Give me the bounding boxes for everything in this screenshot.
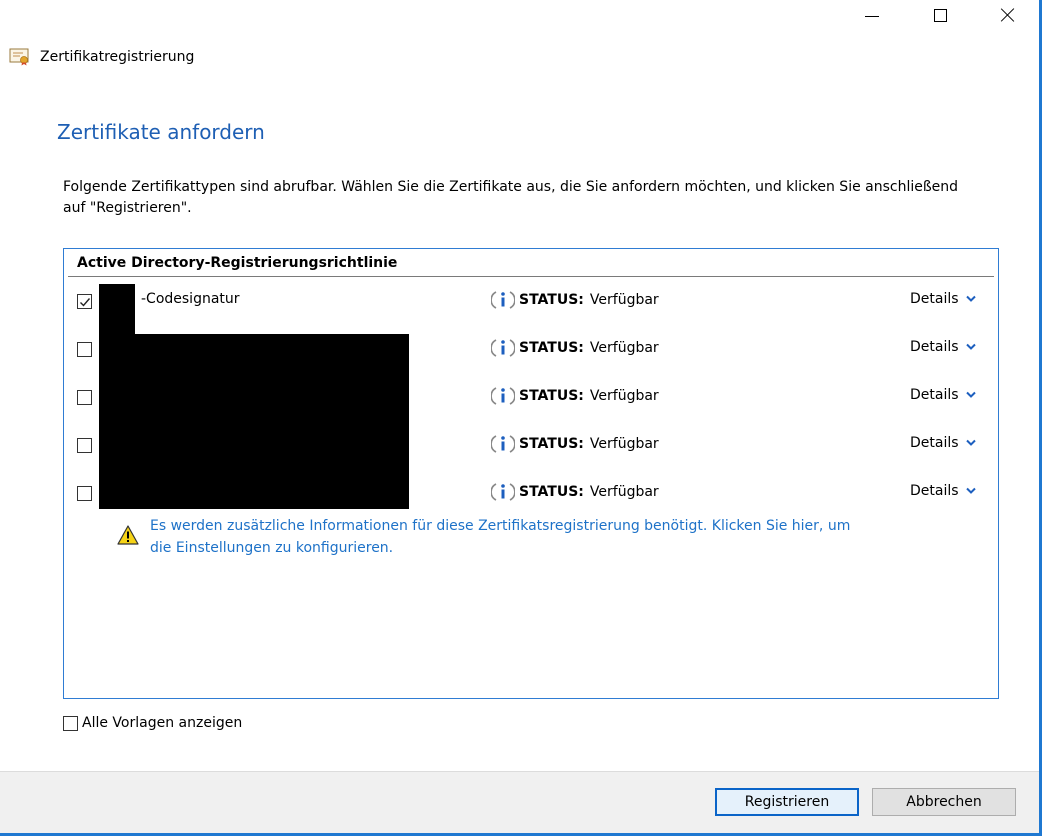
- details-label: Details: [910, 435, 959, 451]
- details-label: Details: [910, 339, 959, 355]
- close-icon: [1001, 8, 1015, 22]
- certificate-checkbox[interactable]: [77, 438, 92, 453]
- dialog-footer: Registrieren Abbrechen: [0, 771, 1039, 834]
- show-all-templates-checkbox[interactable]: [63, 715, 78, 731]
- close-button[interactable]: [974, 0, 1042, 30]
- chevron-down-icon: [965, 295, 976, 302]
- details-toggle[interactable]: Details: [910, 339, 976, 355]
- certificate-checkbox[interactable]: [77, 486, 92, 501]
- show-all-templates-label: Alle Vorlagen anzeigen: [82, 715, 243, 731]
- policy-divider: [68, 276, 994, 277]
- minimize-icon: [865, 15, 879, 17]
- chevron-down-icon: [965, 487, 976, 494]
- info-icon: [491, 387, 515, 405]
- details-toggle[interactable]: Details: [910, 291, 976, 307]
- info-icon: [491, 435, 515, 453]
- certificate-status: STATUS: Verfügbar: [491, 385, 659, 407]
- checkmark-icon: [80, 298, 91, 307]
- page-title: Zertifikate anfordern: [57, 120, 265, 144]
- window-controls: [838, 0, 1042, 30]
- info-icon: [491, 291, 515, 309]
- configure-settings-link[interactable]: Es werden zusätzliche Informationen für …: [150, 515, 870, 559]
- cancel-button[interactable]: Abbrechen: [872, 788, 1016, 816]
- configuration-warning: Es werden zusätzliche Informationen für …: [117, 515, 870, 559]
- register-button[interactable]: Registrieren: [715, 788, 859, 816]
- status-label: STATUS:: [519, 436, 584, 452]
- certificate-status: STATUS: Verfügbar: [491, 481, 659, 503]
- warning-icon: [117, 525, 139, 545]
- status-label: STATUS:: [519, 388, 584, 404]
- status-label: STATUS:: [519, 484, 584, 500]
- status-value: Verfügbar: [589, 388, 659, 404]
- certificate-checkbox[interactable]: [77, 390, 92, 405]
- chevron-down-icon: [965, 439, 976, 446]
- certificate-row: -Codesignatur STATUS: Verfügbar Details: [64, 288, 998, 318]
- window-title-text: Zertifikatregistrierung: [40, 49, 195, 65]
- redaction-block: [99, 284, 135, 334]
- page-description: Folgende Zertifikattypen sind abrufbar. …: [63, 179, 959, 216]
- info-icon: [491, 339, 515, 357]
- chevron-down-icon: [965, 343, 976, 350]
- details-label: Details: [910, 291, 959, 307]
- maximize-icon: [933, 8, 947, 22]
- status-value: Verfügbar: [589, 292, 659, 308]
- status-value: Verfügbar: [589, 484, 659, 500]
- certificate-checkbox[interactable]: [77, 294, 92, 309]
- details-label: Details: [910, 387, 959, 403]
- status-value: Verfügbar: [589, 436, 659, 452]
- info-icon: [491, 483, 515, 501]
- details-toggle[interactable]: Details: [910, 387, 976, 403]
- certificate-status: STATUS: Verfügbar: [491, 337, 659, 359]
- certificate-checkbox[interactable]: [77, 342, 92, 357]
- minimize-button[interactable]: [838, 0, 906, 30]
- certificate-icon: [9, 48, 29, 66]
- details-label: Details: [910, 483, 959, 499]
- policy-header: Active Directory-Registrierungsrichtlini…: [77, 255, 398, 271]
- details-toggle[interactable]: Details: [910, 483, 976, 499]
- show-all-templates[interactable]: Alle Vorlagen anzeigen: [63, 715, 242, 731]
- certificate-status: STATUS: Verfügbar: [491, 433, 659, 455]
- certificate-name: -Codesignatur: [141, 291, 240, 307]
- status-label: STATUS:: [519, 340, 584, 356]
- window-title: Zertifikatregistrierung: [9, 48, 194, 66]
- chevron-down-icon: [965, 391, 976, 398]
- maximize-button[interactable]: [906, 0, 974, 30]
- details-toggle[interactable]: Details: [910, 435, 976, 451]
- redaction-block: [99, 334, 409, 509]
- status-value: Verfügbar: [589, 340, 659, 356]
- status-label: STATUS:: [519, 292, 584, 308]
- certificate-status: STATUS: Verfügbar: [491, 289, 659, 311]
